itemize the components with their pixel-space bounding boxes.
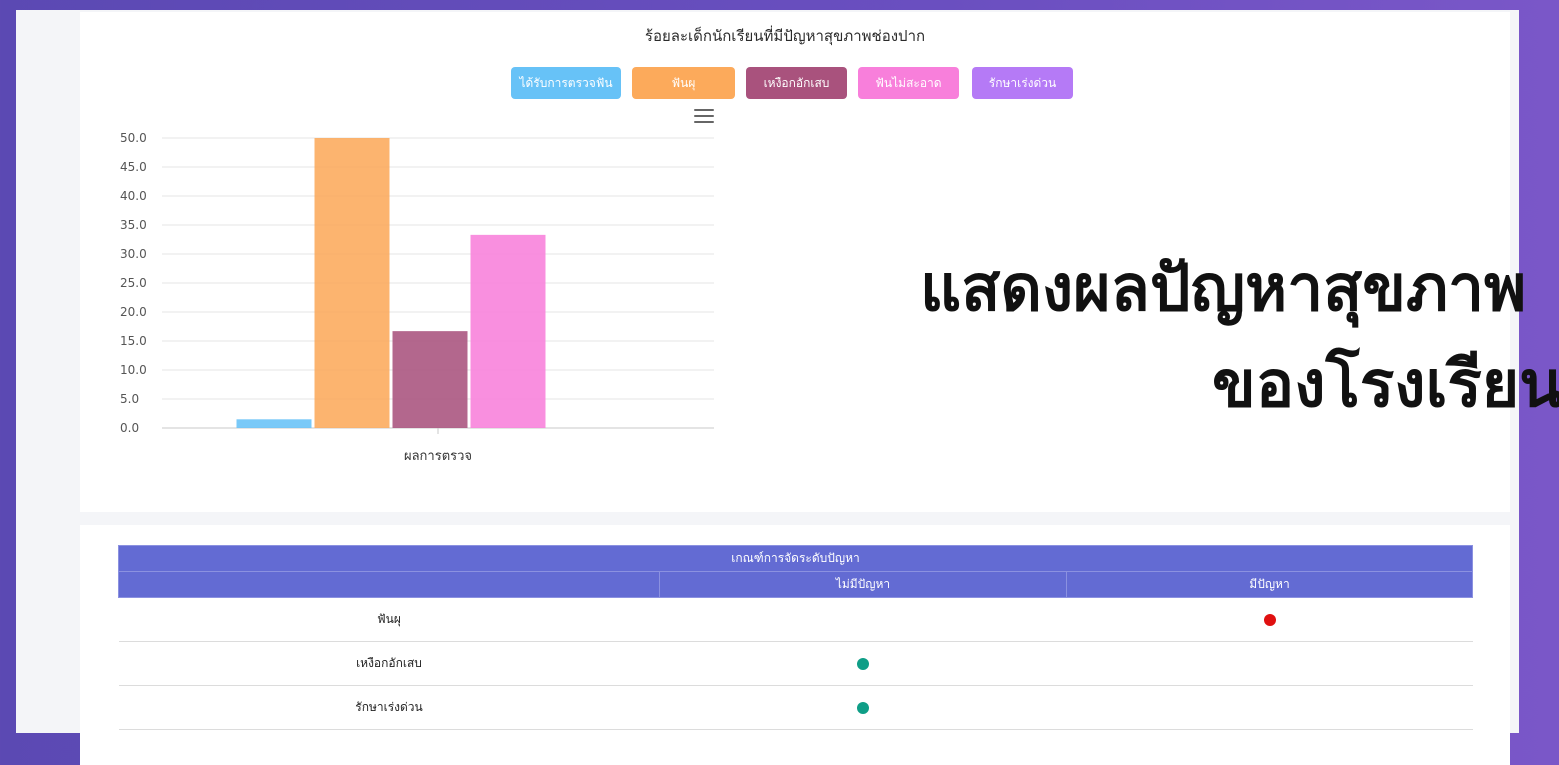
y-tick-label: 35.0 [120,218,147,232]
column-header-no-problem: ไม่มีปัญหา [659,571,1067,598]
bar[interactable] [470,234,546,428]
bar-chart: 0.0 5.0 10.0 15.0 20.0 25.0 30.0 35.0 40.0 45.0 50… [120,131,714,464]
table-row: รักษาเร่งด่วน [118,685,1473,730]
y-tick-label: 30.0 [120,247,147,261]
y-tick-label: 25.0 [120,276,147,290]
problem-dot-icon [1263,614,1276,626]
column-header-blank [118,571,660,598]
bar[interactable] [314,138,390,428]
column-header-problem: มีปัญหา [1066,571,1473,598]
criteria-header: เกณฑ์การจัดระดับปัญหา [118,545,1473,572]
no-problem-cell [659,641,1067,686]
y-tick-label: 10.0 [120,363,147,377]
overlay-caption: แสดงผลปัญหาสุขภาพ ของโรงเรียน [920,237,1559,437]
y-tick-label: 0.0 [120,421,139,435]
criteria-table: เกณฑ์การจัดระดับปัญหา ไม่มีปัญหา มีปัญหา… [118,545,1473,730]
row-label: เหงือกอักเสบ [118,641,660,686]
criteria-card: เกณฑ์การจัดระดับปัญหา ไม่มีปัญหา มีปัญหา… [80,525,1510,765]
ok-dot-icon [857,658,869,670]
y-tick-label: 45.0 [120,160,147,174]
legend-item-urgent[interactable]: รักษาเร่งด่วน [972,67,1073,99]
table-row: เหงือกอักเสบ [118,641,1473,686]
problem-cell [1066,597,1473,642]
bar[interactable] [392,331,468,428]
legend-item-unclean[interactable]: ฟันไม่สะอาด [858,67,959,99]
bar[interactable] [236,419,312,428]
y-tick-label: 40.0 [120,189,147,203]
overlay-line-2: ของโรงเรียน [1212,348,1559,422]
table-row: ฟันผุ [118,597,1473,642]
page-background: ร้อยละเด็กนักเรียนที่มีปัญหาสุขภาพช่องปา… [16,10,1559,765]
y-tick-label: 5.0 [120,392,139,406]
row-label: ฟันผุ [118,597,660,642]
overlay-line-1: แสดงผลปัญหาสุขภาพ [920,252,1527,326]
problem-cell [1066,641,1473,686]
y-tick-label: 50.0 [120,131,147,145]
problem-cell [1066,685,1473,730]
ok-dot-icon [857,702,869,714]
row-label: รักษาเร่งด่วน [118,685,660,730]
x-category-label: ผลการตรวจ [404,449,472,464]
chart-card: ร้อยละเด็กนักเรียนที่มีปัญหาสุขภาพช่องปา… [80,12,1559,512]
y-tick-label: 15.0 [120,334,147,348]
no-problem-cell [659,597,1067,642]
y-tick-label: 20.0 [120,305,147,319]
no-problem-cell [659,685,1067,730]
